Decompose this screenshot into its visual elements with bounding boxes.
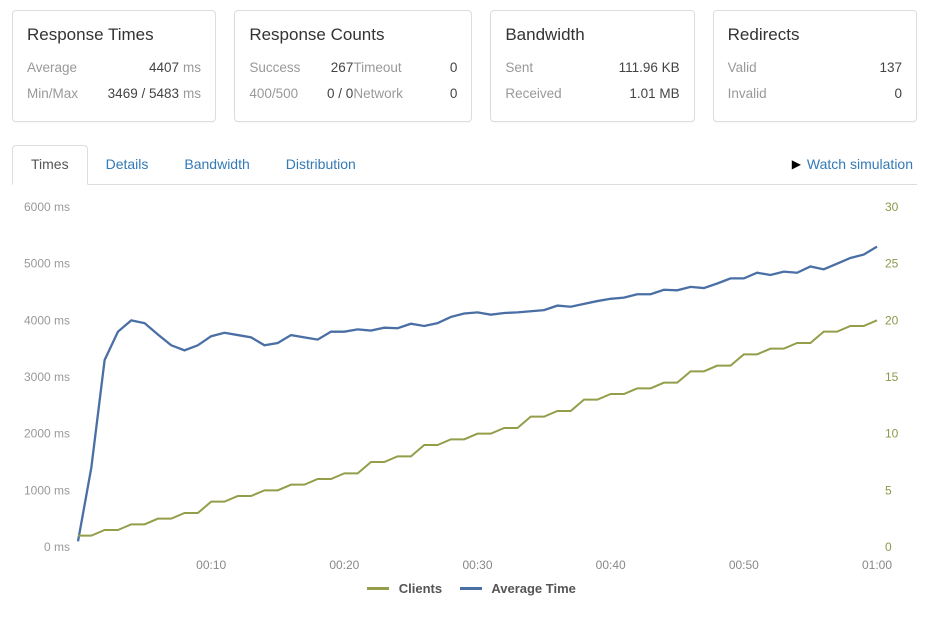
- recv-value: 1.01 MB: [569, 81, 679, 107]
- valid-label: Valid: [728, 55, 784, 81]
- minmax-label: Min/Max: [27, 81, 85, 107]
- avg-value: 4407: [85, 55, 179, 81]
- times-chart: 0 ms 1000 ms 2000 ms 3000 ms 4000 ms 5000 ms 6…: [12, 197, 917, 577]
- errcode-value: 0 / 0: [311, 81, 353, 107]
- card-title: Redirects: [728, 25, 902, 45]
- stat-cards: Response Times Average 4407 ms Min/Max 3…: [12, 10, 917, 122]
- card-response-times: Response Times Average 4407 ms Min/Max 3…: [12, 10, 216, 122]
- svg-text:00:30: 00:30: [462, 558, 492, 572]
- watch-simulation-label: Watch simulation: [807, 156, 913, 172]
- svg-text:00:40: 00:40: [596, 558, 626, 572]
- network-value: 0: [415, 81, 457, 107]
- avg-label: Average: [27, 55, 85, 81]
- timeout-value: 0: [415, 55, 457, 81]
- valid-value: 137: [784, 55, 902, 81]
- chart-svg: 0 ms 1000 ms 2000 ms 3000 ms 4000 ms 5000 ms 6…: [12, 197, 917, 577]
- svg-text:25: 25: [885, 257, 899, 271]
- svg-text:6000 ms: 6000 ms: [24, 200, 70, 214]
- svg-text:1000 ms: 1000 ms: [24, 483, 70, 497]
- svg-text:30: 30: [885, 200, 899, 214]
- svg-text:2000 ms: 2000 ms: [24, 427, 70, 441]
- card-redirects: Redirects Valid 137 Invalid 0: [713, 10, 917, 122]
- tab-bar: Times Details Bandwidth Distribution ▶ W…: [12, 144, 917, 185]
- tab-times[interactable]: Times: [12, 145, 88, 185]
- avg-unit: ms: [179, 55, 201, 81]
- legend-avg: Average Time: [491, 581, 576, 596]
- legend-clients: Clients: [399, 581, 442, 596]
- play-icon: ▶: [792, 157, 801, 171]
- network-label: Network: [353, 81, 415, 107]
- chart-legend: Clients Average Time: [12, 581, 917, 596]
- success-value: 267: [311, 55, 353, 81]
- tab-distribution[interactable]: Distribution: [268, 146, 374, 184]
- errcode-label: 400/500: [249, 81, 311, 107]
- svg-text:0 ms: 0 ms: [44, 540, 70, 554]
- invalid-label: Invalid: [728, 81, 784, 107]
- success-label: Success: [249, 55, 311, 81]
- svg-text:0: 0: [885, 540, 892, 554]
- svg-text:20: 20: [885, 313, 899, 327]
- watch-simulation-link[interactable]: ▶ Watch simulation: [788, 146, 917, 182]
- svg-text:5: 5: [885, 483, 892, 497]
- card-response-counts: Response Counts Success 267 Timeout 0 40…: [234, 10, 472, 122]
- svg-text:10: 10: [885, 427, 899, 441]
- card-title: Response Counts: [249, 25, 457, 45]
- legend-swatch-clients: [367, 587, 389, 590]
- invalid-value: 0: [784, 81, 902, 107]
- recv-label: Received: [505, 81, 569, 107]
- svg-text:5000 ms: 5000 ms: [24, 257, 70, 271]
- svg-text:00:10: 00:10: [196, 558, 226, 572]
- svg-text:00:50: 00:50: [729, 558, 759, 572]
- svg-text:4000 ms: 4000 ms: [24, 313, 70, 327]
- minmax-value: 3469 / 5483: [85, 81, 179, 107]
- tab-details[interactable]: Details: [88, 146, 167, 184]
- card-title: Bandwidth: [505, 25, 679, 45]
- card-bandwidth: Bandwidth Sent 111.96 KB Received 1.01 M…: [490, 10, 694, 122]
- legend-swatch-avg: [460, 587, 482, 590]
- minmax-unit: ms: [179, 81, 201, 107]
- card-title: Response Times: [27, 25, 201, 45]
- svg-text:3000 ms: 3000 ms: [24, 370, 70, 384]
- svg-text:01:00: 01:00: [862, 558, 892, 572]
- sent-label: Sent: [505, 55, 569, 81]
- timeout-label: Timeout: [353, 55, 415, 81]
- svg-text:15: 15: [885, 370, 899, 384]
- sent-value: 111.96 KB: [569, 55, 679, 81]
- tab-bandwidth[interactable]: Bandwidth: [166, 146, 267, 184]
- svg-text:00:20: 00:20: [329, 558, 359, 572]
